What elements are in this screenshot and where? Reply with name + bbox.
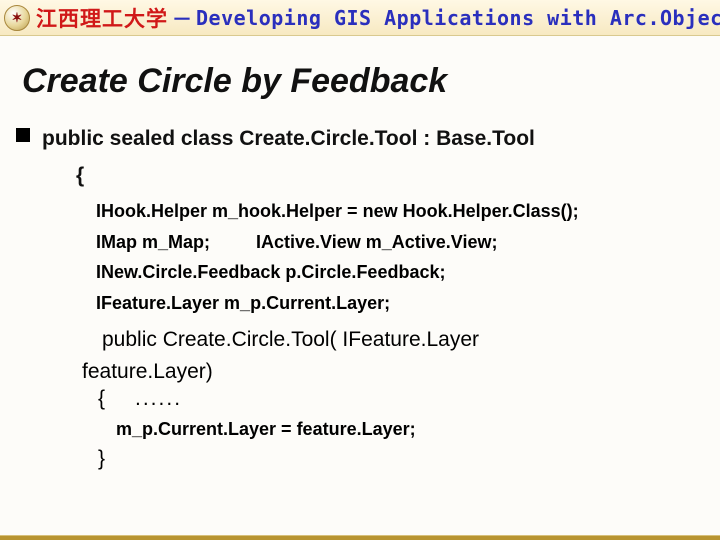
- university-logo: ✶: [4, 5, 30, 31]
- ctor-body-assign: m_p.Current.Layer = feature.Layer;: [42, 411, 720, 447]
- header-bar: ✶ 江西理工大学 － Developing GIS Applications w…: [0, 0, 720, 36]
- ctor-close-brace: }: [42, 447, 720, 471]
- class-declaration: public sealed class Create.Circle.Tool :…: [42, 123, 720, 156]
- open-brace: {: [42, 160, 720, 193]
- slide-content: public sealed class Create.Circle.Tool :…: [0, 123, 720, 471]
- footer-stripe: [0, 536, 720, 540]
- header-en-text: Developing GIS Applications with Arc.Obj…: [196, 6, 720, 30]
- field-2b: IActive.View m_Active.View;: [256, 232, 497, 252]
- ctor-open-brace: {......: [42, 387, 720, 411]
- field-line-3: INew.Circle.Feedback p.Circle.Feedback;: [42, 257, 720, 288]
- field-line-1: IHook.Helper m_hook.Helper = new Hook.He…: [42, 196, 720, 227]
- field-line-4: IFeature.Layer m_p.Current.Layer;: [42, 288, 720, 319]
- bullet-icon: [16, 128, 30, 142]
- header-cn-text: 江西理工大学: [36, 3, 168, 33]
- class-decl-text: public sealed class Create.Circle.Tool :…: [42, 127, 535, 150]
- header-dash: －: [172, 3, 192, 32]
- slide-title: Create Circle by Feedback: [22, 62, 720, 101]
- field-2a: IMap m_Map;: [96, 232, 210, 252]
- ctor-ellipsis: ......: [135, 387, 182, 410]
- ctor-open-brace-char: {: [98, 387, 105, 410]
- ctor-sig-line1: public Create.Circle.Tool( IFeature.Laye…: [42, 324, 720, 356]
- field-line-2: IMap m_Map; IActive.View m_Active.View;: [42, 227, 720, 258]
- ctor-sig-line2: feature.Layer): [42, 356, 720, 388]
- logo-glyph: ✶: [12, 10, 23, 26]
